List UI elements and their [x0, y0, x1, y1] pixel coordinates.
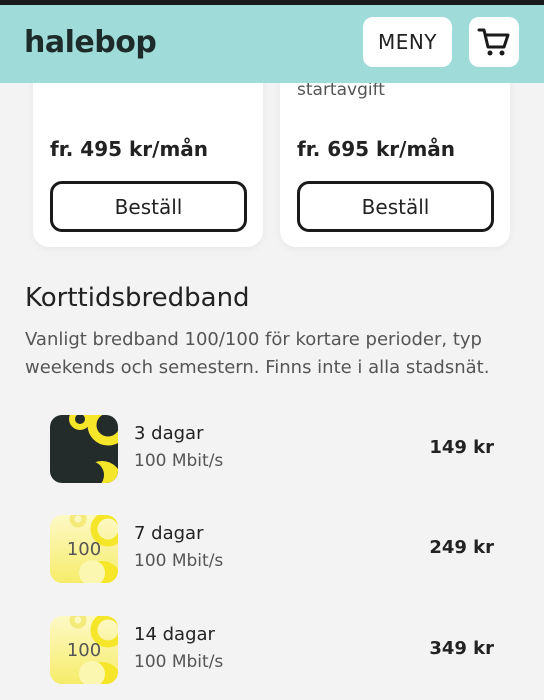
plan-thumbnail: 100	[50, 515, 118, 583]
cart-icon	[477, 28, 510, 56]
list-item[interactable]: 100 7 dagar 100 Mbit/s 249 kr	[50, 515, 494, 583]
fee-text: startavgift	[297, 80, 385, 100]
item-name: 7 dagar	[134, 523, 204, 544]
order-button[interactable]: Beställ	[297, 181, 494, 232]
thumbnail-label: 100	[66, 539, 102, 560]
item-speed: 100 Mbit/s	[134, 652, 224, 672]
list-item[interactable]: 3 dagar 100 Mbit/s 149 kr	[50, 415, 494, 483]
item-price: 349 kr	[429, 638, 494, 659]
plan-price: fr. 495 kr/mån	[50, 137, 209, 161]
list-item[interactable]: 100 14 dagar 100 Mbit/s 349 kr	[50, 616, 494, 684]
plan-price: fr. 695 kr/mån	[297, 137, 456, 161]
logo[interactable]: halebop	[24, 25, 157, 60]
item-price: 249 kr	[429, 537, 494, 558]
item-name: 14 dagar	[134, 624, 215, 645]
plan-thumbnail: 100	[50, 616, 118, 684]
cart-button[interactable]	[469, 17, 519, 67]
item-price: 149 kr	[429, 437, 494, 458]
thumbnail-label: 100	[66, 640, 102, 661]
site-header: halebop MENY	[0, 5, 544, 83]
item-name: 3 dagar	[134, 423, 204, 444]
order-button[interactable]: Beställ	[50, 181, 247, 232]
item-speed: 100 Mbit/s	[134, 551, 224, 571]
section-description: Vanligt bredband 100/100 för kortare per…	[25, 329, 490, 378]
section-title: Korttidsbredband	[25, 283, 250, 313]
menu-button[interactable]: MENY	[363, 17, 452, 67]
item-speed: 100 Mbit/s	[134, 451, 224, 471]
plan-thumbnail	[50, 415, 118, 483]
